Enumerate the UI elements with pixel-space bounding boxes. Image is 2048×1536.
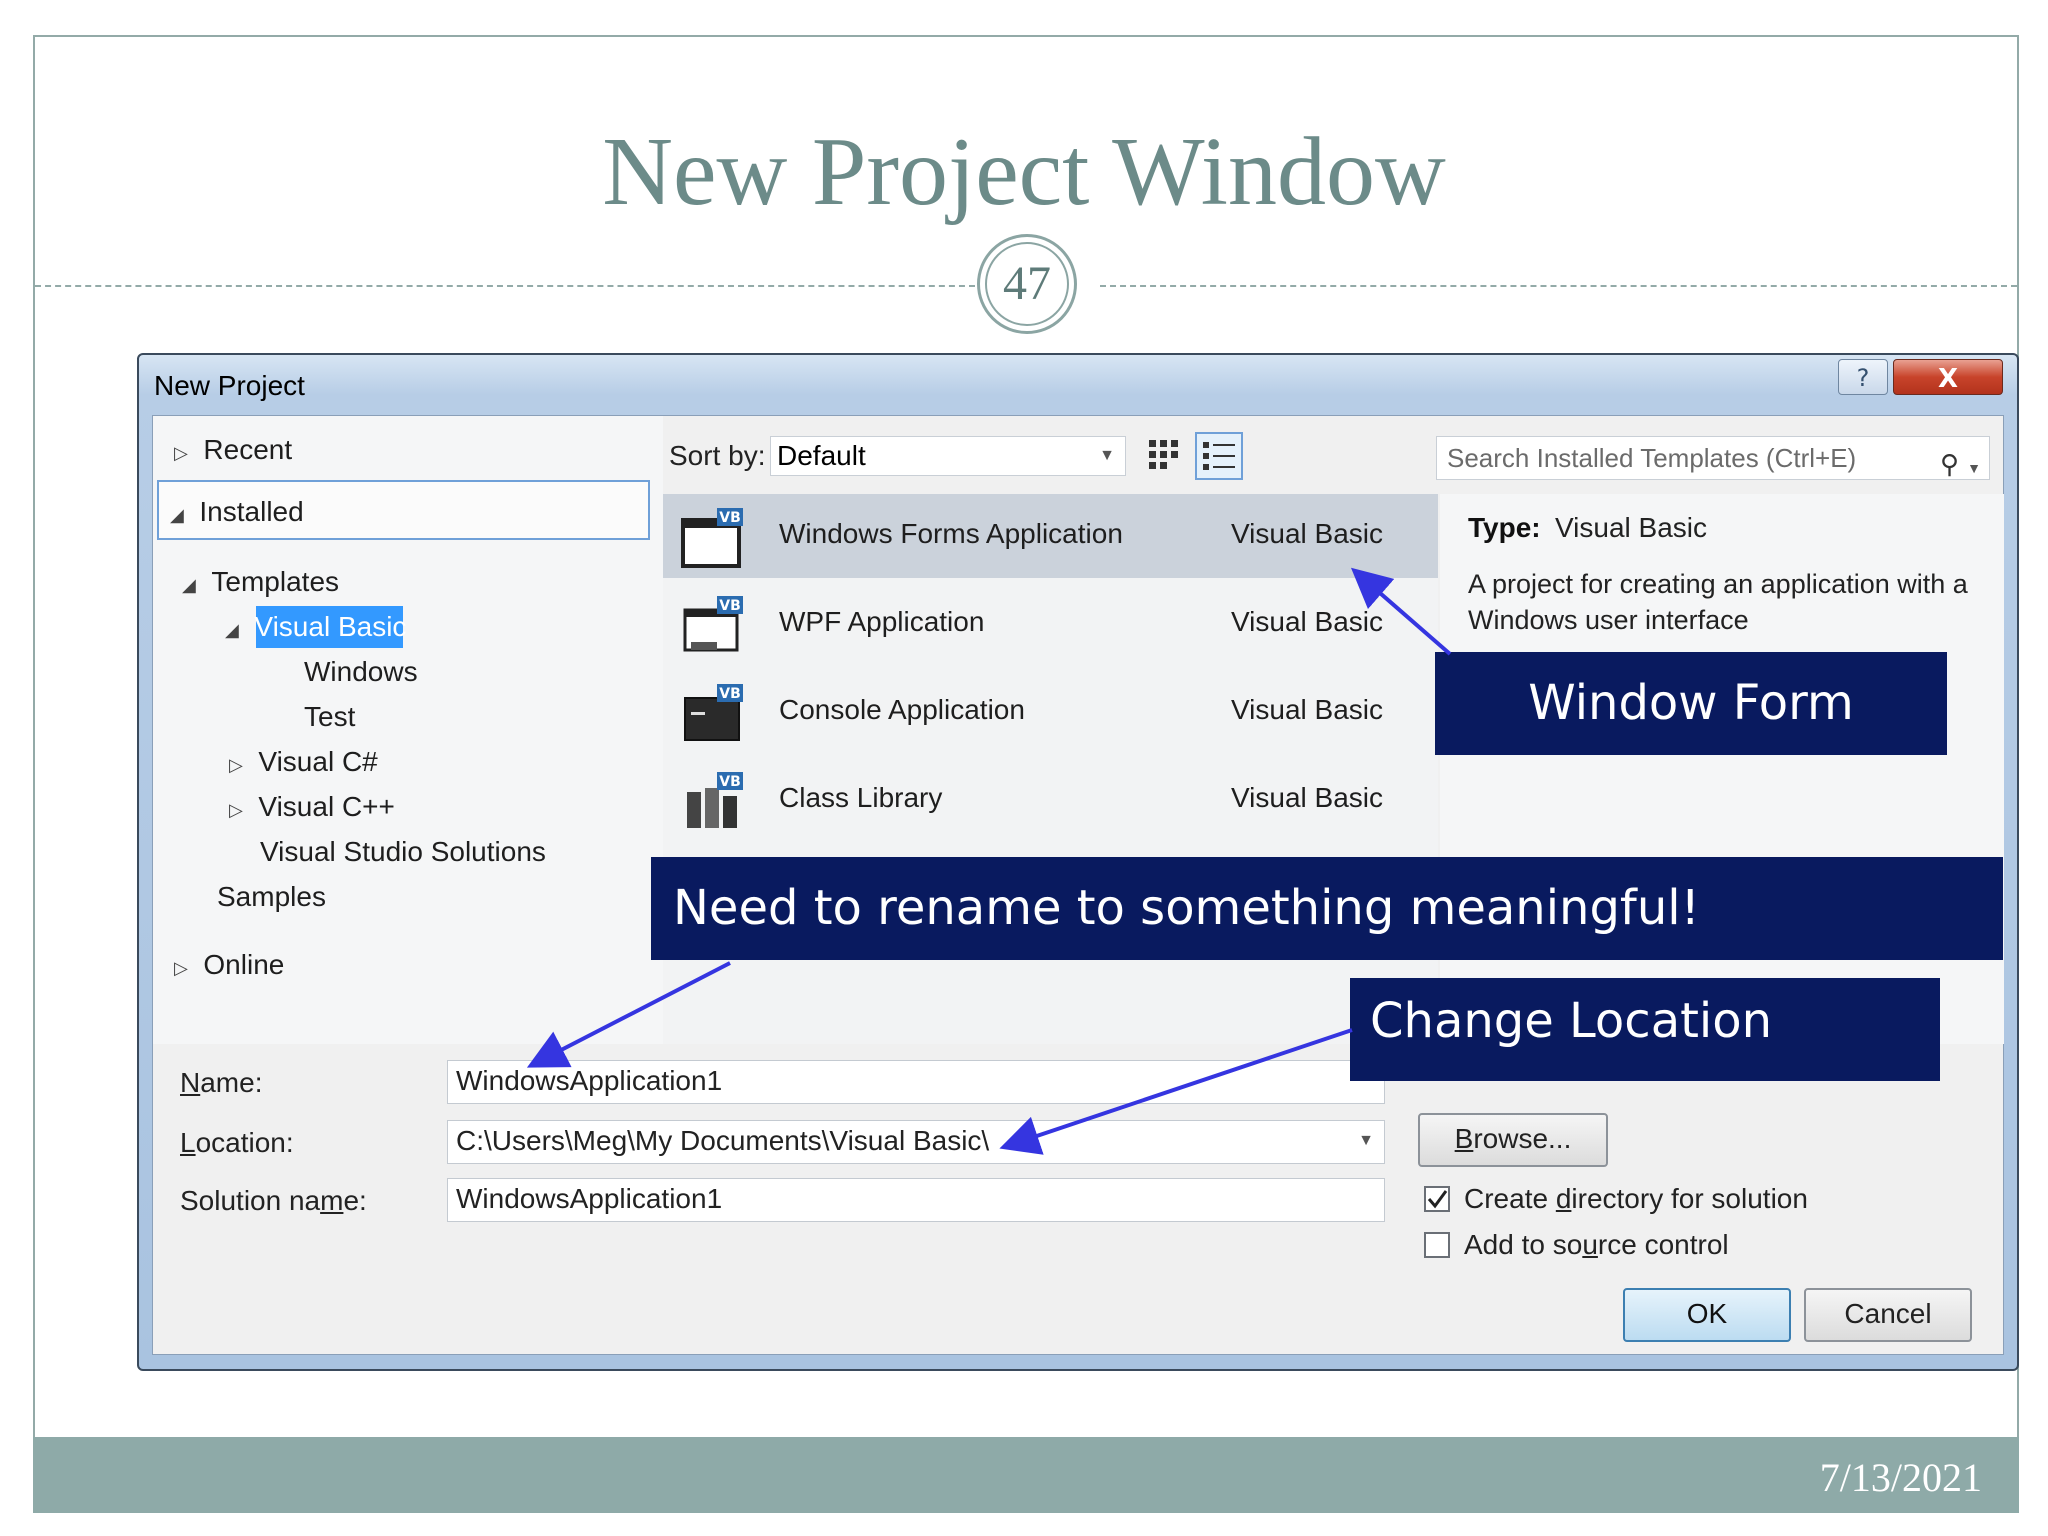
template-row-class-library[interactable]: VB Class Library Visual Basic [663,758,1438,842]
close-button[interactable]: X [1893,359,2003,395]
divider-left [35,285,975,287]
cancel-button[interactable]: Cancel [1804,1288,1972,1342]
windows-forms-icon: VB [681,508,743,568]
expand-arrow-icon[interactable]: ▷ [174,443,188,463]
checkmark-icon [1427,1190,1448,1209]
location-label: Location: [180,1127,294,1158]
callout-rename: Need to rename to something meaningful! [651,857,2003,960]
template-name: Class Library [779,782,943,813]
grid-view-icon[interactable] [1146,437,1184,475]
tree-item-vs-solutions[interactable]: Visual Studio Solutions [260,832,546,872]
location-input[interactable]: C:\Users\Meg\My Documents\Visual Basic\ … [447,1120,1385,1164]
page-number: 47 [985,242,1069,326]
expand-arrow-icon[interactable]: ▷ [229,755,243,775]
tree-item-windows[interactable]: Windows [304,652,418,692]
tree-label: Visual C# [258,746,378,777]
search-icon[interactable]: ⚲ [1940,443,1959,485]
source-control-label[interactable]: Add to source control [1464,1229,1729,1261]
close-icon-glyph: X [1938,364,1958,394]
search-templates-input[interactable]: Search Installed Templates (Ctrl+E) ⚲ ▼ [1436,436,1990,480]
close-icon: X [1938,364,1958,394]
solution-name-label: Solution name: [180,1185,367,1216]
template-row-wpf[interactable]: VB WPF Application Visual Basic [663,582,1438,666]
name-label: Name: [180,1067,263,1098]
chevron-down-icon[interactable]: ▼ [1358,1121,1374,1161]
tree-item-samples[interactable]: Samples [217,877,326,917]
tree-item-templates[interactable]: ◢ Templates [182,562,339,605]
tree-label: Recent [203,434,293,465]
tree-item-test[interactable]: Test [304,697,355,737]
type-label: Type: [1468,512,1541,543]
create-directory-label[interactable]: Create directory for solution [1464,1183,1808,1215]
expand-arrow-icon[interactable]: ▷ [174,958,188,978]
template-name: WPF Application [779,606,985,637]
page-number-badge: 47 [977,234,1077,334]
tree-label: Templates [211,566,340,597]
search-placeholder: Search Installed Templates (Ctrl+E) [1447,443,1857,473]
template-language: Visual Basic [1231,694,1384,725]
tree-item-installed[interactable]: ◢ Installed [170,492,304,535]
footer-band [33,1437,2019,1513]
expand-arrow-icon[interactable]: ▷ [229,800,243,820]
browse-button[interactable]: Browse... [1418,1113,1608,1167]
tree-item-visual-cpp[interactable]: ▷ Visual C++ [229,787,395,830]
sort-by-select[interactable]: Default ▼ [770,436,1126,476]
chevron-down-icon: ▼ [1099,447,1115,464]
help-icon-glyph: ? [1857,364,1870,392]
class-library-icon: VB [687,772,743,828]
ok-button[interactable]: OK [1623,1288,1791,1342]
collapse-arrow-icon[interactable]: ◢ [182,575,196,595]
help-icon: ? [1857,364,1870,392]
tree-item-visual-csharp[interactable]: ▷ Visual C# [229,742,378,785]
sort-by-label: Sort by: [669,440,766,471]
tree-label: Installed [199,496,304,527]
template-description: A project for creating an application wi… [1468,569,1968,635]
callout-change-location: Change Location [1350,978,1940,1081]
template-name: Console Application [779,694,1025,725]
name-input[interactable]: WindowsApplication1 [447,1060,1385,1104]
type-value: Visual Basic [1555,512,1708,543]
vb-badge: VB [719,510,741,526]
list-view-icon [1203,442,1235,470]
template-row-windows-forms[interactable]: VB Windows Forms Application Visual Basi… [663,494,1438,578]
template-language: Visual Basic [1231,606,1384,637]
slide-date: 7/13/2021 [1819,1455,1982,1500]
vb-badge: VB [719,774,741,790]
divider-right [1100,285,2017,287]
source-control-checkbox[interactable] [1424,1232,1450,1258]
callout-window-form: Window Form [1435,652,1947,755]
tree-label: Visual C++ [258,791,395,822]
vb-badge: VB [719,686,741,702]
collapse-arrow-icon[interactable]: ◢ [225,620,239,640]
tree-item-visual-basic[interactable]: ◢ Visual Basic [225,607,406,650]
template-row-console[interactable]: VB Console Application Visual Basic [663,670,1438,754]
tree-item-recent[interactable]: ▷ Recent [174,430,292,473]
vb-badge: VB [719,598,741,614]
console-application-icon: VB [684,684,743,741]
template-language: Visual Basic [1231,782,1384,813]
sort-value: Default [777,440,866,471]
grid-view-icon-svg [1149,440,1178,469]
tree-label: Online [203,949,285,980]
create-directory-checkbox[interactable] [1424,1186,1450,1212]
template-name: Windows Forms Application [779,518,1123,549]
location-value: C:\Users\Meg\My Documents\Visual Basic\ [456,1125,990,1156]
template-language: Visual Basic [1231,518,1384,549]
help-button[interactable]: ? [1838,359,1888,395]
collapse-arrow-icon[interactable]: ◢ [170,505,184,525]
wpf-application-icon: VB [683,596,743,652]
slide-title: New Project Window [602,118,1446,226]
tree-label: Visual Basic [254,611,407,642]
dialog-title: New Project [154,370,305,401]
solution-name-input[interactable]: WindowsApplication1 [447,1178,1385,1222]
list-view-button[interactable] [1195,432,1243,480]
chevron-down-icon[interactable]: ▼ [1967,447,1981,489]
tree-item-online[interactable]: ▷ Online [174,945,284,988]
